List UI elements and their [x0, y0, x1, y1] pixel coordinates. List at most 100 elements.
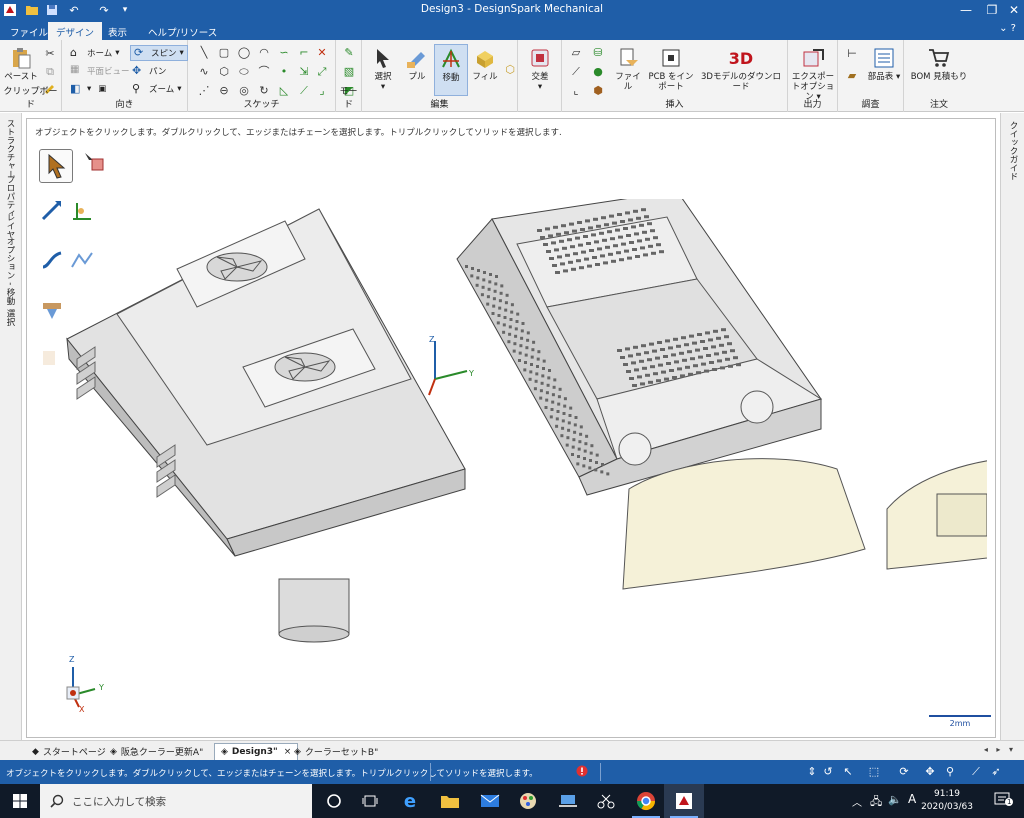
ribbon-collapse-help[interactable]: ⌄ ? — [999, 23, 1016, 34]
tab-help-resources[interactable]: ヘルプ/リソース — [140, 22, 225, 40]
paste-button[interactable]: ペースト — [4, 46, 38, 82]
zoom-button[interactable]: ⚲ ズーム ▾ — [132, 82, 182, 96]
mail-button[interactable] — [470, 784, 510, 818]
arc-icon[interactable]: ◠ — [256, 45, 272, 61]
tab-layers[interactable]: レイヤ — [4, 213, 16, 239]
move-select-tool[interactable] — [39, 149, 73, 183]
vent-hole — [581, 250, 586, 254]
line-icon[interactable]: ╲ — [196, 45, 212, 61]
edge-browser-button[interactable]: e — [390, 784, 430, 818]
designspark-button[interactable] — [664, 784, 704, 818]
volume-icon[interactable]: 🔈 — [888, 793, 902, 806]
plane-icon[interactable]: ▱ — [568, 45, 584, 61]
ellipse-icon[interactable]: ⬭ — [236, 64, 252, 80]
orientation-indicator[interactable]: Z Y X — [57, 655, 117, 717]
plan-view-button[interactable]: ▦ 平面ビュー — [70, 64, 130, 78]
delete-sketch-icon[interactable]: ✕ — [314, 45, 330, 61]
copy-icon[interactable]: ⧉ — [42, 64, 58, 80]
box-select-status-icon[interactable]: ⬚ — [866, 765, 882, 779]
network-icon[interactable]: 🖧 — [870, 793, 882, 812]
fill-button[interactable]: フィル — [468, 46, 502, 82]
chrome-button[interactable] — [626, 784, 666, 818]
tangent-line-icon[interactable]: ∿ — [196, 64, 212, 80]
vent-hole — [568, 260, 573, 264]
move-axis-triad[interactable] — [428, 341, 468, 396]
cut-icon[interactable]: ✂ — [42, 46, 58, 62]
doc-tab-cooler-set-b[interactable]: ◈ クーラーセットB" — [288, 743, 384, 760]
tab-options-move[interactable]: オプション - 移動 — [4, 237, 16, 305]
view-cube-button[interactable]: ◧ ▾ ▣ — [70, 82, 106, 96]
taskbar-search-box[interactable]: ここに入力して検索 — [40, 784, 312, 818]
tab-design[interactable]: デザイン — [48, 22, 103, 40]
point-icon[interactable]: • — [276, 64, 292, 80]
doc-tab-design3[interactable]: ◈ Design3" × — [214, 743, 299, 760]
file-explorer-button[interactable] — [430, 784, 470, 818]
zoom-status-icon[interactable]: ⚲ — [942, 765, 958, 779]
minimize-button[interactable]: — — [952, 0, 980, 20]
cortana-button[interactable] — [314, 784, 354, 818]
circle-icon[interactable]: ◯ — [236, 45, 252, 61]
bom-quote-button[interactable]: BOM 見積もり — [908, 46, 970, 82]
material-icon[interactable]: ▰ — [844, 68, 860, 84]
design-viewport[interactable]: オブジェクトをクリックします。ダブルクリックして、エッジまたはチェーンを選択しま… — [26, 118, 996, 738]
measure-status-icon[interactable]: ⟋ — [968, 765, 984, 779]
spin-status-icon[interactable]: ⟳ — [896, 765, 912, 779]
sphere-icon[interactable]: ● — [590, 64, 606, 80]
doc-tab-hankyu-cooler[interactable]: ◈ 阪急クーラー更新A" — [104, 743, 209, 760]
parts-list-button[interactable]: 部品表 ▾ — [866, 46, 902, 82]
section-mode-icon[interactable]: ▧ — [341, 64, 357, 80]
taskbar-clock[interactable]: 91:19 2020/03/63 — [920, 788, 974, 814]
notification-center-button[interactable]: 1 — [994, 792, 1016, 810]
measure-icon[interactable]: ⊢ — [844, 46, 860, 62]
cooler-unit-left[interactable] — [66, 208, 466, 643]
three-point-arc-icon[interactable]: ⌒ — [256, 64, 272, 80]
rectangle-icon[interactable]: ▢ — [216, 45, 232, 61]
rotate-status-icon[interactable]: ↺ — [820, 765, 836, 779]
polygon-icon[interactable]: ⬡ — [216, 64, 232, 80]
cursor-status-icon[interactable]: ↖ — [840, 765, 856, 779]
offset-icon[interactable]: ⇲ — [296, 64, 312, 80]
export-options-button[interactable]: エクスポートオプション ▾ — [790, 46, 836, 102]
close-button[interactable]: ✕ — [1000, 0, 1024, 20]
laptop-app-button[interactable] — [548, 784, 588, 818]
tab-quick-guide[interactable]: クイックガイド — [1007, 121, 1019, 181]
error-status-icon[interactable] — [574, 765, 590, 779]
task-view-button[interactable] — [350, 784, 390, 818]
project-icon[interactable]: ⤢ — [314, 64, 330, 80]
select-mode-status-icon[interactable]: ⇕ — [804, 765, 820, 779]
tab-selection[interactable]: 選択 — [4, 309, 16, 326]
cylinder-icon[interactable]: ⛁ — [590, 45, 606, 61]
intersect-button[interactable]: 交差 ▾ — [522, 46, 558, 92]
vent-hole — [608, 252, 613, 256]
spin-button[interactable]: ⟳ スピン ▾ — [130, 45, 188, 61]
snap-status-icon[interactable]: ➶ — [988, 765, 1004, 779]
download-3d-model-button[interactable]: 3D 3Dモデルのダウンロード — [698, 46, 784, 92]
tray-overflow-icon[interactable]: ︿ — [852, 794, 862, 809]
cooler-unit-right[interactable] — [456, 199, 823, 496]
pull-button[interactable]: プル — [400, 46, 434, 82]
combine-icon[interactable]: ⬡ — [502, 62, 518, 78]
select-button[interactable]: 選択 ▾ — [366, 46, 400, 92]
sketch-mode-icon[interactable]: ✎ — [341, 45, 357, 61]
move-button[interactable]: 移動 — [434, 44, 468, 96]
sniping-tool-button[interactable] — [586, 784, 626, 818]
end-cap-front[interactable] — [622, 458, 866, 590]
insert-file-button[interactable]: ファイル — [612, 46, 644, 92]
trim-icon[interactable]: ⌐ — [296, 45, 312, 61]
start-button[interactable] — [0, 784, 40, 818]
import-pcb-button[interactable]: PCB をインポート — [646, 46, 696, 92]
paint-app-button[interactable] — [508, 784, 548, 818]
pan-status-icon[interactable]: ✥ — [922, 765, 938, 779]
doc-tab-navigation[interactable]: ◂ ▸ ▾ — [984, 745, 1016, 754]
pan-button[interactable]: ✥ パン — [132, 64, 166, 78]
move-anchor-tool[interactable] — [81, 149, 107, 175]
doc-tab-start-page[interactable]: ◆ スタートページ — [26, 743, 112, 760]
end-cap-back[interactable] — [886, 457, 987, 570]
tab-structure[interactable]: ストラクチャー — [4, 119, 16, 179]
ime-indicator[interactable]: A — [908, 792, 916, 806]
home-button[interactable]: ⌂ ホーム ▾ — [70, 46, 120, 60]
spline-icon[interactable]: ∽ — [276, 45, 292, 61]
tab-view[interactable]: 表示 — [100, 22, 135, 40]
tab-properties[interactable]: プロパティ — [4, 175, 16, 218]
axis-icon[interactable]: ⟋ — [568, 64, 584, 80]
